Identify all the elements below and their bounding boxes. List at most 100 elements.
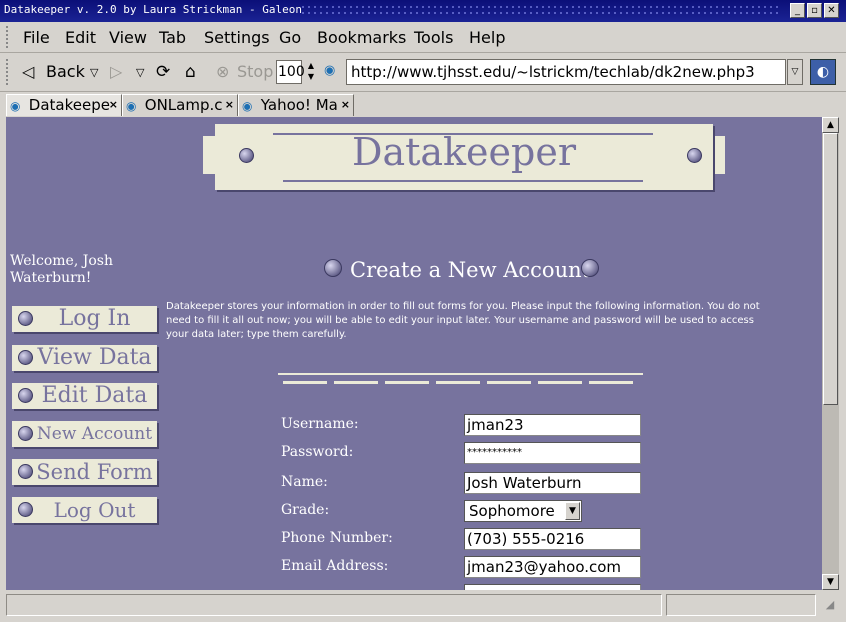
close-tab-icon[interactable]: ×: [225, 95, 234, 115]
password-label: Password:: [281, 444, 354, 460]
forward-button[interactable]: ▷: [110, 62, 122, 81]
divider-segment: [385, 381, 429, 384]
grade-select[interactable]: Sophomore ▼: [464, 500, 582, 522]
orb-icon: [18, 311, 33, 326]
url-field[interactable]: http://www.tjhsst.edu/~lstrickm/techlab/…: [346, 59, 786, 85]
nav-label: View Data: [37, 345, 152, 370]
menu-view[interactable]: View: [109, 28, 147, 47]
menu-go[interactable]: Go: [279, 28, 301, 47]
mailing-address-field[interactable]: [464, 584, 641, 590]
back-arrow-icon[interactable]: ◁: [22, 62, 34, 81]
scroll-up-icon[interactable]: ▲: [822, 117, 839, 133]
nav-view-data-button[interactable]: View Data: [12, 345, 157, 371]
chevron-down-icon[interactable]: ▼: [565, 502, 580, 520]
tab-datakeeper[interactable]: ◉ Datakeepe ×: [6, 94, 122, 116]
orb-icon: [18, 464, 33, 479]
toolbar-grip[interactable]: [6, 59, 14, 85]
banner-title: Datakeeper: [351, 130, 577, 174]
tab-label: Datakeepe: [28, 96, 110, 114]
close-tab-icon[interactable]: ×: [109, 95, 118, 115]
minimize-button[interactable]: _: [790, 3, 805, 18]
url-history-dropdown-icon[interactable]: ▽: [787, 59, 803, 85]
forward-history-dropdown-icon[interactable]: ▽: [136, 66, 144, 79]
tab-yahoo-mail[interactable]: ◉ Yahoo! Ma ×: [238, 94, 354, 116]
zoom-stepper-icon[interactable]: ▲ ▼: [304, 60, 318, 84]
username-label: Username:: [281, 416, 359, 432]
page-heading: Create a New Account: [350, 258, 591, 282]
nav-new-account-button[interactable]: New Account: [12, 421, 157, 447]
menu-bookmarks[interactable]: Bookmarks: [317, 28, 406, 47]
home-icon[interactable]: ⌂: [185, 62, 196, 82]
grade-label: Grade:: [281, 502, 330, 518]
maximize-button[interactable]: ▫: [807, 3, 822, 18]
scroll-down-icon[interactable]: ▼: [822, 574, 839, 590]
phone-field[interactable]: (703) 555-0216: [464, 528, 641, 550]
back-button[interactable]: Back: [46, 62, 85, 81]
divider-rule: [278, 373, 643, 375]
name-label: Name:: [281, 474, 328, 490]
web-page: Datakeeper Welcome, Josh Waterburn! Log …: [6, 117, 822, 590]
divider-segment: [436, 381, 480, 384]
zoom-input[interactable]: 100: [276, 60, 305, 84]
divider-segment: [538, 381, 582, 384]
close-button[interactable]: ✕: [824, 3, 839, 18]
nav-label: Edit Data: [41, 383, 148, 408]
scrollbar-thumb[interactable]: [823, 133, 838, 405]
divider-segment: [487, 381, 531, 384]
tab-bar: ◉ Datakeepe × ◉ ONLamp.c × ◉ Yahoo! Ma ×: [0, 92, 846, 116]
tab-favicon-icon: ◉: [126, 99, 137, 113]
close-tab-icon[interactable]: ×: [341, 95, 350, 115]
nav-log-in-button[interactable]: Log In: [12, 306, 157, 332]
email-label: Email Address:: [281, 558, 389, 574]
titlebar-texture: [300, 4, 780, 18]
menu-help[interactable]: Help: [469, 28, 505, 47]
orb-icon: [18, 388, 33, 403]
intro-text: Datakeeper stores your information in or…: [166, 301, 760, 340]
divider-segment: [589, 381, 633, 384]
menu-edit[interactable]: Edit: [65, 28, 96, 47]
heading-left-orb-icon: [324, 259, 342, 277]
navigation-toolbar: ◁ Back ▽ ▷ ▽ ⟳ ⌂ ⊗ Stop 100 ▲ ▼ ◉ http://…: [0, 53, 846, 92]
resize-grip-icon[interactable]: ◢: [820, 594, 840, 616]
orb-icon: [18, 426, 33, 441]
window-titlebar[interactable]: Datakeeper v. 2.0 by Laura Strickman - G…: [0, 0, 846, 22]
name-field[interactable]: Josh Waterburn: [464, 472, 641, 494]
nav-send-form-button[interactable]: Send Form: [12, 459, 157, 485]
status-bar: ◢: [0, 592, 846, 622]
window-title: Datakeeper v. 2.0 by Laura Strickman - G…: [4, 3, 303, 16]
menu-bar: File Edit View Tab Settings Go Bookmarks…: [0, 22, 846, 53]
orb-icon: [18, 350, 33, 365]
email-field[interactable]: jman23@yahoo.com: [464, 556, 641, 578]
progress-area: [666, 594, 816, 616]
heading-right-orb-icon: [581, 259, 599, 277]
tab-label: ONLamp.c: [144, 96, 223, 114]
nav-label: Send Form: [36, 460, 153, 484]
nav-label: Log Out: [53, 498, 136, 522]
menu-settings[interactable]: Settings: [204, 28, 270, 47]
grade-selected-value: Sophomore: [469, 502, 555, 520]
tab-favicon-icon: ◉: [242, 99, 253, 113]
stop-button[interactable]: Stop: [237, 62, 273, 81]
orb-icon: [18, 502, 33, 517]
banner-bottom-rule: [283, 180, 643, 182]
nav-label: New Account: [36, 424, 153, 444]
menubar-grip[interactable]: [6, 26, 14, 48]
menu-tools[interactable]: Tools: [414, 28, 453, 47]
password-field[interactable]: ***********: [464, 442, 641, 464]
nav-label: Log In: [58, 306, 131, 331]
nav-edit-data-button[interactable]: Edit Data: [12, 383, 157, 409]
vertical-scrollbar[interactable]: ▲ ▼: [822, 117, 839, 590]
datakeeper-banner: Datakeeper: [203, 120, 725, 194]
menu-tab[interactable]: Tab: [159, 28, 186, 47]
tab-favicon-icon: ◉: [10, 99, 21, 113]
stop-icon[interactable]: ⊗: [216, 62, 229, 81]
menu-file[interactable]: File: [23, 28, 50, 47]
back-history-dropdown-icon[interactable]: ▽: [90, 66, 98, 79]
divider-segment: [283, 381, 327, 384]
nav-log-out-button[interactable]: Log Out: [12, 497, 157, 523]
tab-onlamp[interactable]: ◉ ONLamp.c ×: [122, 94, 238, 116]
section-divider: [278, 373, 643, 387]
username-field[interactable]: jman23: [464, 414, 641, 436]
site-favicon-icon: ◉: [324, 63, 336, 78]
reload-icon[interactable]: ⟳: [156, 62, 170, 82]
